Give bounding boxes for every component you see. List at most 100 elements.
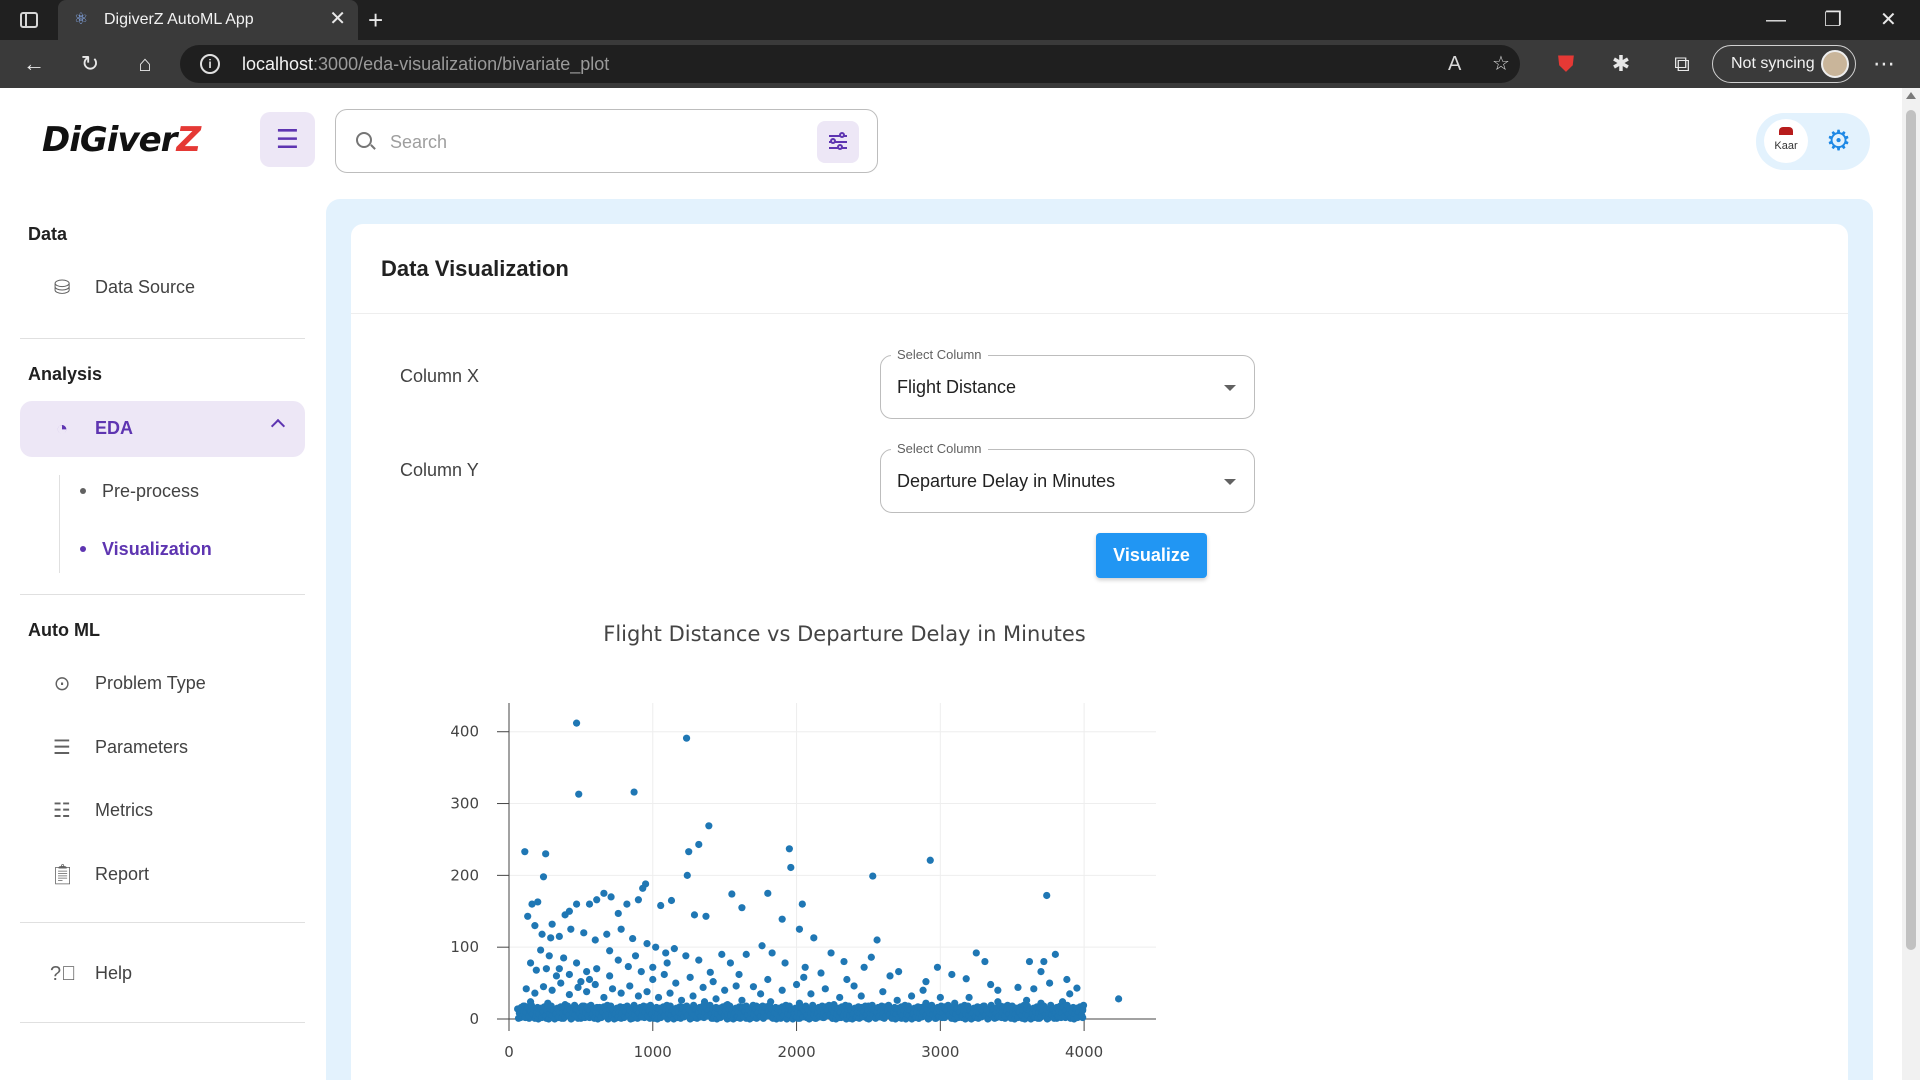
sidebar-item-help[interactable]: ?⃝ Help xyxy=(20,946,305,1002)
chart-title: Flight Distance vs Departure Delay in Mi… xyxy=(603,622,1085,646)
data-point xyxy=(869,872,877,880)
sidebar: Data ⛁ Data Source Analysis ◔ EDA Pre-pr… xyxy=(0,190,320,1080)
data-point xyxy=(626,982,634,990)
data-point xyxy=(1051,950,1059,958)
url-text[interactable]: localhost:3000/eda-visualization/bivaria… xyxy=(242,54,609,75)
data-point xyxy=(850,982,858,990)
data-point xyxy=(879,988,887,996)
data-point xyxy=(962,975,970,983)
dots-circle-icon: ⊙ xyxy=(53,673,71,695)
sidebar-subitem-label: Visualization xyxy=(102,539,212,559)
data-point xyxy=(526,959,535,967)
sidebar-item-report[interactable]: 📋︎ Report xyxy=(20,847,305,903)
data-point xyxy=(933,963,942,971)
search-input[interactable] xyxy=(390,128,790,156)
data-point xyxy=(672,979,680,987)
data-point xyxy=(583,968,591,976)
data-point xyxy=(1115,995,1123,1003)
new-tab-button[interactable]: + xyxy=(368,5,383,35)
data-point xyxy=(585,975,594,984)
sidebar-divider xyxy=(20,1022,305,1023)
sidebar-item-parameters[interactable]: ☰ Parameters xyxy=(20,720,305,776)
home-icon[interactable]: ⌂ xyxy=(131,50,159,78)
browser-tab[interactable]: ⚛ DigiverZ AutoML App ✕ xyxy=(58,0,358,40)
subnav-rail xyxy=(59,475,60,573)
data-point xyxy=(552,972,561,980)
menu-toggle-button[interactable]: ☰ xyxy=(260,112,315,167)
list-icon: ☷ xyxy=(53,800,71,822)
data-point xyxy=(768,949,776,957)
data-point xyxy=(583,988,591,996)
data-point xyxy=(539,873,548,881)
favorites-icon[interactable]: ☆ xyxy=(1492,52,1510,76)
sidebar-item-problem-type[interactable]: ⊙ Problem Type xyxy=(20,656,305,712)
data-point xyxy=(528,900,536,908)
filter-options-button[interactable] xyxy=(817,121,859,163)
data-point xyxy=(614,909,622,918)
sidebar-item-metrics[interactable]: ☷ Metrics xyxy=(20,783,305,839)
data-point xyxy=(585,900,594,908)
sidebar-item-eda[interactable]: ◔ EDA xyxy=(20,401,305,457)
data-point xyxy=(631,952,640,960)
data-point xyxy=(548,920,556,928)
data-point xyxy=(522,985,530,993)
tab-title: DigiverZ AutoML App xyxy=(104,11,254,28)
data-point xyxy=(1030,985,1038,993)
data-point xyxy=(695,956,703,964)
user-avatar[interactable]: Kaar xyxy=(1764,119,1808,163)
tab-actions-icon[interactable] xyxy=(20,12,38,28)
data-point xyxy=(1073,984,1081,992)
data-point xyxy=(785,845,793,853)
data-point xyxy=(560,954,568,962)
data-point xyxy=(555,965,563,973)
data-point xyxy=(781,959,789,967)
search-field[interactable] xyxy=(335,109,878,173)
data-point xyxy=(682,734,691,742)
data-point xyxy=(742,950,750,958)
data-point xyxy=(800,973,808,981)
site-info-icon[interactable]: i xyxy=(200,54,220,74)
data-point xyxy=(537,946,545,954)
data-point xyxy=(652,943,660,951)
data-point xyxy=(726,959,735,967)
collections-icon[interactable]: ⧉ xyxy=(1668,50,1696,78)
data-point xyxy=(718,950,726,958)
data-point xyxy=(572,900,581,908)
refresh-icon[interactable]: ↻ xyxy=(76,50,104,78)
y-tick-label: 400 xyxy=(450,723,479,741)
extensions-icon[interactable]: ✱ xyxy=(1607,50,1635,78)
scroll-up-icon[interactable] xyxy=(1906,92,1916,99)
data-point xyxy=(810,934,818,942)
data-point xyxy=(670,945,678,953)
address-bar[interactable]: i localhost:3000/eda-visualization/bivar… xyxy=(180,45,1520,83)
read-aloud-icon[interactable]: A xyxy=(1448,52,1461,76)
database-icon: ⛁ xyxy=(53,277,71,299)
x-tick-label: 3000 xyxy=(921,1043,959,1061)
extension-shield-icon[interactable]: ⛊ xyxy=(1552,50,1580,78)
sidebar-subitem-label: Pre-process xyxy=(102,481,200,501)
data-point xyxy=(732,982,740,990)
page-scrollbar[interactable] xyxy=(1902,88,1920,1080)
y-tick-label: 100 xyxy=(450,938,479,956)
section-title-analysis: Analysis xyxy=(28,364,103,384)
scroll-thumb[interactable] xyxy=(1906,110,1916,950)
data-point xyxy=(965,993,973,1002)
close-window-icon[interactable]: ✕ xyxy=(1880,6,1897,34)
tab-close-icon[interactable]: ✕ xyxy=(329,8,346,30)
restore-icon[interactable]: ❐ xyxy=(1824,6,1842,34)
sidebar-item-data-source[interactable]: ⛁ Data Source xyxy=(20,260,305,316)
visualization-card: Data Visualization Column X Select Colum… xyxy=(351,224,1848,1080)
data-point xyxy=(873,936,881,944)
more-menu-icon[interactable]: ⋯ xyxy=(1870,50,1898,78)
data-point xyxy=(657,901,665,910)
gear-icon[interactable]: ⚙ xyxy=(1826,127,1851,155)
minimize-icon[interactable]: — xyxy=(1766,6,1786,34)
data-point xyxy=(660,970,668,979)
back-icon[interactable]: ← xyxy=(20,50,48,78)
data-point xyxy=(654,993,663,1002)
profile-sync-button[interactable]: Not syncing xyxy=(1712,45,1856,83)
data-point xyxy=(757,990,765,998)
clipboard-icon: 📋︎ xyxy=(50,864,76,886)
data-point xyxy=(575,790,583,798)
data-point xyxy=(689,992,697,1000)
